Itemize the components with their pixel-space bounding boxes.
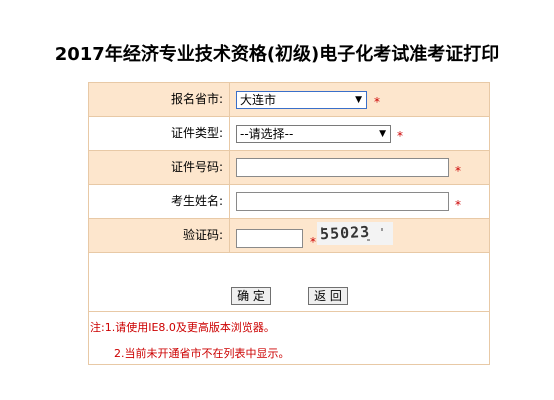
- name-label: 考生姓名:: [89, 185, 230, 218]
- page-title: 2017年经济专业技术资格(初级)电子化考试准考证打印: [54, 44, 500, 65]
- province-label: 报名省市:: [89, 83, 230, 116]
- captcha-image[interactable]: 55023: [317, 222, 393, 245]
- captcha-noise: [381, 228, 383, 231]
- back-button[interactable]: 返 回: [308, 287, 348, 305]
- province-selected-value: 大连市: [240, 93, 277, 107]
- note-line-2: 2.当前未开通省市不在列表中显示。: [114, 347, 290, 360]
- captcha-code: 55023: [319, 222, 371, 244]
- required-star: *: [397, 129, 403, 143]
- id-number-label: 证件号码:: [89, 151, 230, 184]
- id-type-label: 证件类型:: [89, 117, 230, 150]
- required-star: *: [374, 95, 380, 109]
- required-star: *: [310, 235, 316, 249]
- captcha-row: 验证码: * 55023: [89, 219, 489, 253]
- note-line-1: 注:1.请使用IE8.0及更高版本浏览器。: [90, 321, 275, 334]
- id-type-row: 证件类型: --请选择-- ▼ *: [89, 117, 489, 151]
- province-select[interactable]: 大连市 ▼: [236, 91, 367, 109]
- province-cell: 大连市 ▼ *: [230, 83, 489, 116]
- confirm-button[interactable]: 确 定: [231, 287, 271, 305]
- notes-divider: [89, 311, 489, 312]
- required-star: *: [455, 164, 461, 178]
- captcha-cell: * 55023: [230, 219, 489, 252]
- id-number-input[interactable]: [236, 158, 449, 177]
- dropdown-arrow-icon: ▼: [379, 129, 386, 139]
- name-row: 考生姓名: *: [89, 185, 489, 219]
- id-type-cell: --请选择-- ▼ *: [230, 117, 489, 150]
- required-star: *: [455, 198, 461, 212]
- dropdown-arrow-icon: ▼: [355, 95, 362, 105]
- name-cell: *: [230, 185, 489, 218]
- province-row: 报名省市: 大连市 ▼ *: [89, 83, 489, 117]
- ticket-print-form: 报名省市: 大连市 ▼ * 证件类型: --请选择-- ▼ * 证件号码: * …: [88, 82, 490, 365]
- id-type-select[interactable]: --请选择-- ▼: [236, 125, 391, 143]
- id-number-row: 证件号码: *: [89, 151, 489, 185]
- name-input[interactable]: [236, 192, 449, 211]
- id-number-cell: *: [230, 151, 489, 184]
- captcha-input[interactable]: [236, 229, 303, 248]
- captcha-label: 验证码:: [89, 219, 230, 252]
- id-type-selected-value: --请选择--: [240, 127, 294, 141]
